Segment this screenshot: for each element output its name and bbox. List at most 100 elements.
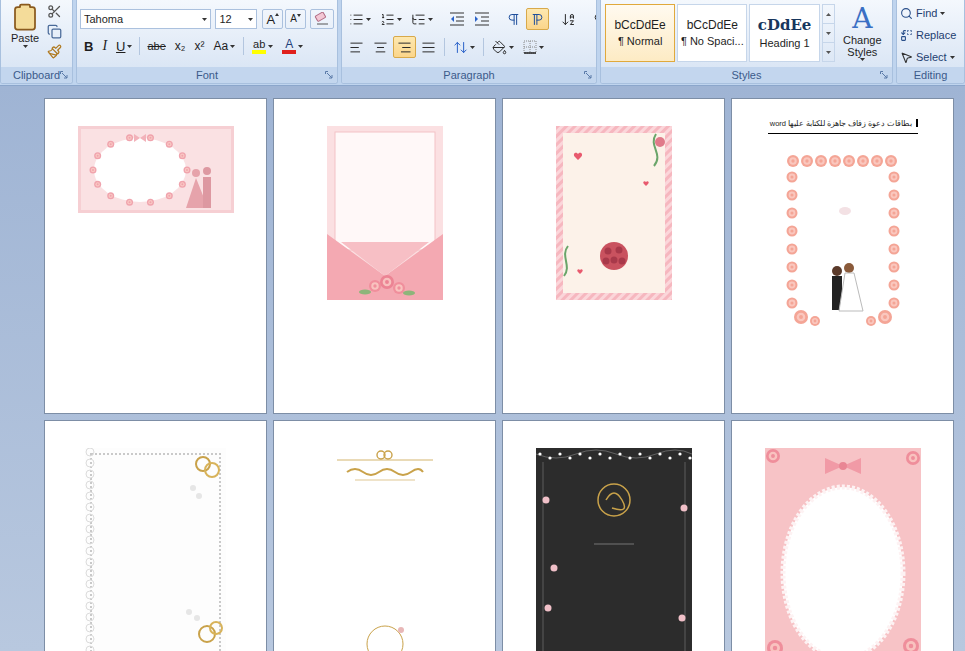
dropdown-arrow-icon bbox=[298, 45, 303, 48]
align-left-button[interactable] bbox=[345, 36, 368, 58]
cut-icon[interactable] bbox=[47, 4, 62, 19]
group-label: Paragraph bbox=[342, 67, 596, 83]
eraser-icon bbox=[314, 12, 330, 26]
shading-icon bbox=[492, 40, 507, 55]
shrink-font-button[interactable]: A bbox=[285, 9, 306, 29]
group-label: Editing bbox=[897, 67, 964, 83]
justify-icon bbox=[421, 40, 436, 55]
dropdown-arrow-icon bbox=[470, 46, 475, 49]
align-left-icon bbox=[349, 40, 364, 55]
paragraph-group: Paragraph bbox=[341, 0, 597, 84]
sort-button[interactable] bbox=[557, 8, 580, 30]
dropdown-arrow-icon bbox=[202, 18, 207, 21]
dialog-launcher-icon[interactable] bbox=[584, 71, 592, 79]
show-marks-button[interactable] bbox=[588, 8, 597, 30]
card-gold-minimal bbox=[327, 448, 443, 651]
caret-down-icon bbox=[297, 14, 301, 17]
increase-indent-icon bbox=[474, 12, 490, 26]
decrease-indent-button[interactable] bbox=[445, 8, 469, 30]
style-tile[interactable]: bCcDdEe¶ Normal bbox=[605, 4, 675, 62]
card-oval-frame bbox=[765, 448, 921, 651]
line-spacing-button[interactable] bbox=[449, 36, 479, 58]
select-icon bbox=[900, 51, 913, 64]
dropdown-arrow-icon bbox=[940, 12, 945, 15]
numbering-icon bbox=[380, 12, 395, 27]
dialog-launcher-icon[interactable] bbox=[60, 71, 68, 79]
case-button[interactable]: Aa bbox=[209, 35, 239, 57]
editing-group: FindReplaceSelectEditing bbox=[896, 0, 965, 84]
dropdown-arrow-icon bbox=[366, 18, 371, 21]
card-envelope bbox=[327, 126, 443, 300]
change-styles-button[interactable]: AChange Styles bbox=[837, 4, 888, 67]
align-right-button[interactable] bbox=[393, 36, 416, 58]
page bbox=[502, 420, 725, 651]
paste-button[interactable]: Paste bbox=[3, 2, 47, 67]
up-arrow-icon bbox=[826, 13, 831, 16]
multilevel-list-icon bbox=[411, 12, 426, 27]
separator bbox=[444, 38, 445, 56]
find-button[interactable]: Find bbox=[900, 2, 964, 24]
borders-icon bbox=[523, 40, 537, 54]
separator bbox=[243, 37, 244, 55]
separator bbox=[483, 38, 484, 56]
multilevel-button[interactable] bbox=[407, 8, 437, 30]
left-to-right-icon bbox=[506, 12, 521, 27]
page bbox=[44, 98, 267, 414]
select-button[interactable]: Select bbox=[900, 46, 964, 68]
copy-icon[interactable] bbox=[47, 24, 62, 39]
dropdown-arrow-icon bbox=[509, 46, 514, 49]
dropdown-arrow-icon bbox=[539, 46, 544, 49]
underline-button[interactable]: U bbox=[112, 35, 136, 57]
page-heading[interactable]: بطاقات دعوة زفاف جاهزة للكتابة عليها wor… bbox=[768, 119, 918, 134]
strike-button[interactable]: abe bbox=[143, 35, 169, 57]
dropdown-arrow-icon bbox=[428, 18, 433, 21]
italic-button[interactable]: I bbox=[98, 35, 111, 57]
styles-down-button[interactable] bbox=[823, 24, 834, 43]
superscript-button[interactable]: x² bbox=[190, 35, 208, 57]
text-cursor bbox=[916, 119, 918, 127]
numbering-button[interactable] bbox=[376, 8, 406, 30]
styles-more-button[interactable] bbox=[823, 43, 834, 61]
card-ribbon-bouquet bbox=[556, 126, 672, 300]
font-name-field[interactable]: Tahoma bbox=[80, 9, 211, 29]
card-couple-wide bbox=[78, 126, 234, 213]
font-color-button[interactable]: A bbox=[278, 35, 307, 57]
ltr-button[interactable] bbox=[502, 8, 525, 30]
replace-button[interactable]: Replace bbox=[900, 24, 964, 46]
dialog-launcher-icon[interactable] bbox=[325, 71, 333, 79]
increase-indent-button[interactable] bbox=[470, 8, 494, 30]
format-painter-icon[interactable] bbox=[47, 44, 62, 59]
shading-button[interactable] bbox=[488, 36, 518, 58]
dropdown-arrow-icon bbox=[397, 18, 402, 21]
page bbox=[273, 98, 496, 414]
bullets-icon bbox=[349, 12, 364, 27]
replace-icon bbox=[900, 29, 913, 42]
grow-font-button[interactable]: A bbox=[262, 9, 283, 29]
dropdown-arrow-icon bbox=[860, 58, 865, 61]
page bbox=[44, 420, 267, 651]
group-label: Font bbox=[77, 67, 337, 83]
line-spacing-icon bbox=[453, 40, 468, 55]
group-label: Styles bbox=[601, 67, 892, 83]
binoculars-icon bbox=[900, 7, 913, 20]
align-center-button[interactable] bbox=[369, 36, 392, 58]
styles-scroll bbox=[822, 4, 835, 62]
style-tile[interactable]: bCcDdEe¶ No Spaci... bbox=[677, 4, 747, 62]
font-size-field[interactable]: 12 bbox=[215, 9, 257, 29]
down-arrow-icon bbox=[826, 32, 831, 35]
styles-up-button[interactable] bbox=[823, 5, 834, 24]
sort-icon bbox=[561, 12, 576, 27]
borders-button[interactable] bbox=[519, 36, 548, 58]
bullets-button[interactable] bbox=[345, 8, 375, 30]
card-lace bbox=[85, 448, 226, 651]
style-tile[interactable]: cDdEeHeading 1 bbox=[749, 4, 819, 62]
clear-formatting-button[interactable] bbox=[310, 9, 334, 29]
separator bbox=[139, 37, 140, 55]
justify-button[interactable] bbox=[417, 36, 440, 58]
dialog-launcher-icon[interactable] bbox=[880, 71, 888, 79]
bold-button[interactable]: B bbox=[80, 35, 97, 57]
subscript-button[interactable]: x₂ bbox=[171, 35, 190, 57]
rtl-button[interactable] bbox=[526, 8, 549, 30]
page bbox=[731, 420, 954, 651]
highlight-button[interactable]: ab bbox=[248, 35, 277, 57]
